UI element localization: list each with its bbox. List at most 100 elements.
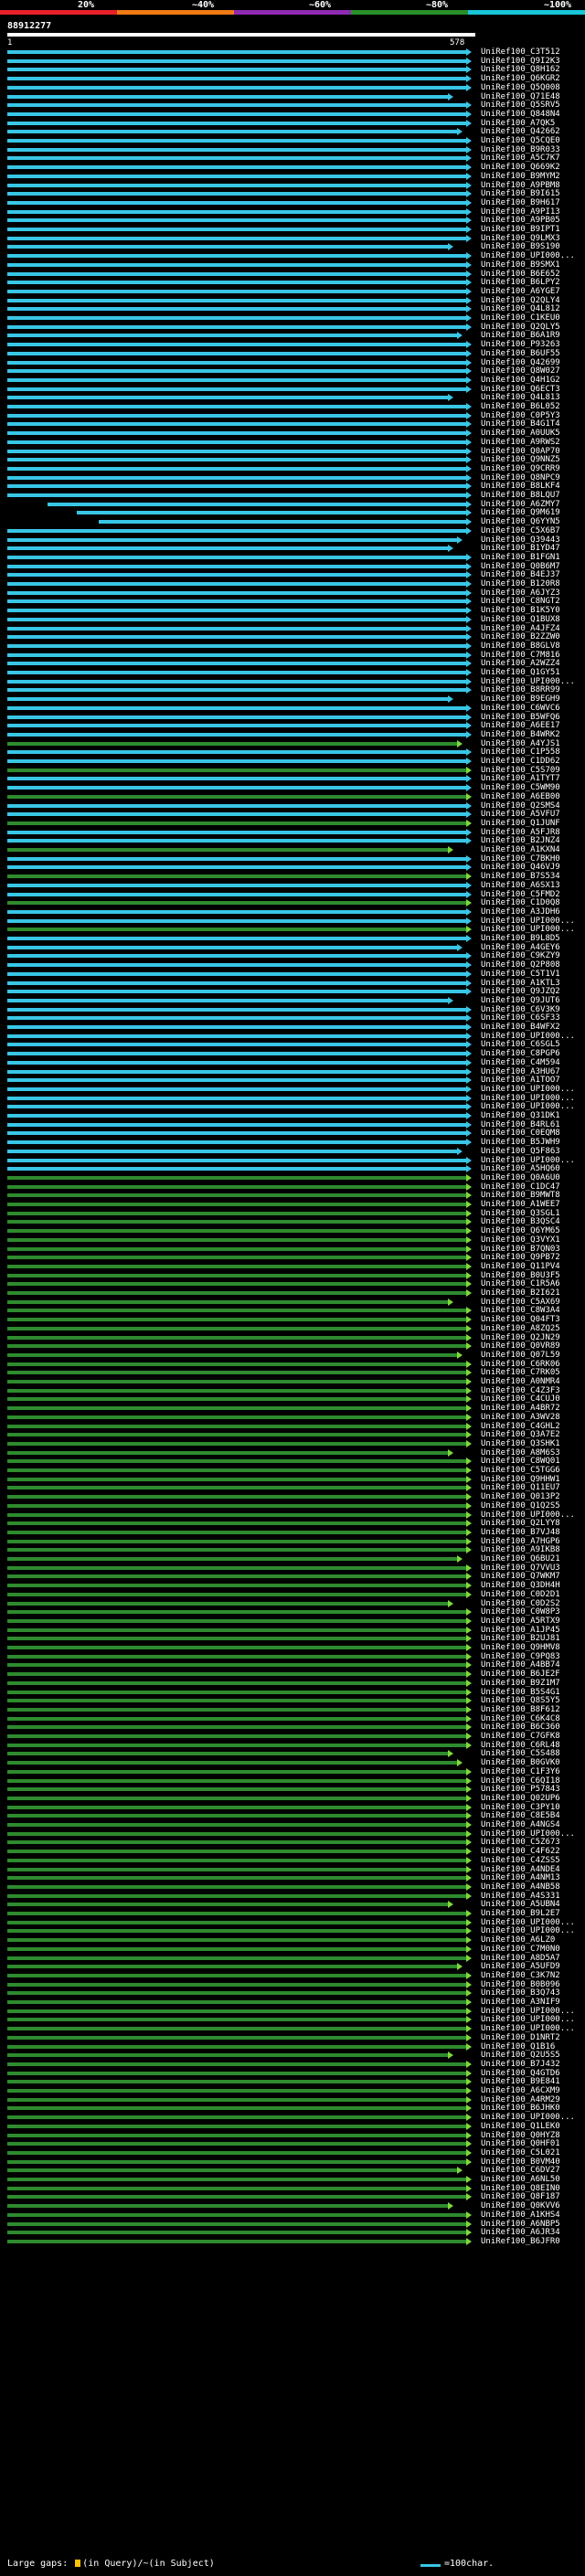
- hit-row[interactable]: UniRef100_A6EE17: [0, 721, 585, 730]
- hit-label[interactable]: UniRef100_Q848N4: [481, 110, 560, 119]
- hit-label[interactable]: UniRef100_Q0A6U0: [481, 1173, 560, 1182]
- hit-label[interactable]: UniRef100_Q8S5Y5: [481, 1696, 560, 1705]
- hit-row[interactable]: UniRef100_A6YGE7: [0, 287, 585, 296]
- hit-label[interactable]: UniRef100_UPI000...: [481, 1918, 575, 1927]
- hit-label[interactable]: UniRef100_A1TYT7: [481, 774, 560, 783]
- hit-row[interactable]: UniRef100_Q5F863: [0, 1147, 585, 1156]
- hit-row[interactable]: UniRef100_A6CXM9: [0, 2086, 585, 2095]
- hit-row[interactable]: UniRef100_Q9HMV8: [0, 1643, 585, 1652]
- hit-label[interactable]: UniRef100_Q4H1G2: [481, 376, 560, 385]
- hit-row[interactable]: UniRef100_A3JDH6: [0, 907, 585, 917]
- hit-row[interactable]: UniRef100_UPI000...: [0, 1918, 585, 1927]
- hit-label[interactable]: UniRef100_C5AX69: [481, 1298, 560, 1307]
- hit-row[interactable]: UniRef100_UPI000...: [0, 2015, 585, 2024]
- hit-row[interactable]: UniRef100_C1F3Y6: [0, 1767, 585, 1776]
- hit-label[interactable]: UniRef100_A5UFD9: [481, 1962, 560, 1971]
- hit-row[interactable]: UniRef100_Q2QLY4: [0, 296, 585, 305]
- hit-row[interactable]: UniRef100_B8GLV8: [0, 641, 585, 651]
- hit-row[interactable]: UniRef100_B4WRK2: [0, 730, 585, 739]
- hit-label[interactable]: UniRef100_Q3VYX1: [481, 1235, 560, 1245]
- hit-label[interactable]: UniRef100_A4JFZ4: [481, 624, 560, 633]
- hit-row[interactable]: UniRef100_A4JFZ4: [0, 624, 585, 633]
- hit-label[interactable]: UniRef100_B5S4G1: [481, 1688, 560, 1697]
- hit-label[interactable]: UniRef100_Q0HYZ8: [481, 2131, 560, 2140]
- hit-label[interactable]: UniRef100_A4NGS4: [481, 1820, 560, 1829]
- hit-row[interactable]: UniRef100_C1R5A6: [0, 1279, 585, 1288]
- hit-label[interactable]: UniRef100_C8WQ01: [481, 1457, 560, 1466]
- hit-row[interactable]: UniRef100_B0GVK0: [0, 1758, 585, 1767]
- hit-row[interactable]: UniRef100_Q6YM65: [0, 1226, 585, 1235]
- hit-label[interactable]: UniRef100_B8RR99: [481, 685, 560, 694]
- hit-row[interactable]: UniRef100_Q0A6U0: [0, 1173, 585, 1182]
- hit-label[interactable]: UniRef100_B9I615: [481, 189, 560, 198]
- hit-row[interactable]: UniRef100_C6WVC6: [0, 704, 585, 713]
- hit-label[interactable]: UniRef100_C0D2D1: [481, 1590, 560, 1599]
- hit-label[interactable]: UniRef100_Q42662: [481, 127, 560, 136]
- hit-label[interactable]: UniRef100_Q8W027: [481, 366, 560, 376]
- hit-label[interactable]: UniRef100_A9PB05: [481, 216, 560, 225]
- hit-row[interactable]: UniRef100_A1JP45: [0, 1626, 585, 1635]
- hit-label[interactable]: UniRef100_Q1BUX8: [481, 615, 560, 624]
- hit-label[interactable]: UniRef100_B7J432: [481, 2060, 560, 2069]
- hit-row[interactable]: UniRef100_C7BKH0: [0, 854, 585, 864]
- hit-label[interactable]: UniRef100_B2ZZW0: [481, 632, 560, 641]
- hit-row[interactable]: UniRef100_C8WQ01: [0, 1457, 585, 1466]
- hit-label[interactable]: UniRef100_B4WRK2: [481, 730, 560, 739]
- hit-row[interactable]: UniRef100_Q2QLY5: [0, 323, 585, 332]
- hit-row[interactable]: UniRef100_A7QK5: [0, 119, 585, 128]
- hit-row[interactable]: UniRef100_Q2JN29: [0, 1333, 585, 1342]
- hit-row[interactable]: UniRef100_B0VM40: [0, 2157, 585, 2167]
- hit-row[interactable]: UniRef100_B9EGH9: [0, 694, 585, 704]
- hit-label[interactable]: UniRef100_A6EE17: [481, 721, 560, 730]
- hit-row[interactable]: UniRef100_A5FJR8: [0, 828, 585, 837]
- hit-row[interactable]: UniRef100_Q9NNZ5: [0, 455, 585, 464]
- hit-label[interactable]: UniRef100_UPI000...: [481, 677, 575, 686]
- hit-label[interactable]: UniRef100_A4S331: [481, 1892, 560, 1901]
- hit-label[interactable]: UniRef100_Q4GTD6: [481, 2069, 560, 2078]
- hit-label[interactable]: UniRef100_UPI000...: [481, 2007, 575, 2016]
- hit-row[interactable]: UniRef100_A0UUK5: [0, 429, 585, 438]
- hit-row[interactable]: UniRef100_C7M0N0: [0, 1945, 585, 1954]
- hit-row[interactable]: UniRef100_C0W8P3: [0, 1607, 585, 1617]
- hit-label[interactable]: UniRef100_B9L8D5: [481, 934, 560, 943]
- hit-label[interactable]: UniRef100_C7M0N0: [481, 1945, 560, 1954]
- hit-label[interactable]: UniRef100_A6JYZ3: [481, 588, 560, 598]
- hit-label[interactable]: UniRef100_B9Z1M7: [481, 1679, 560, 1688]
- hit-row[interactable]: UniRef100_Q2P808: [0, 960, 585, 970]
- hit-row[interactable]: UniRef100_UPI000...: [0, 925, 585, 934]
- hit-label[interactable]: UniRef100_B8F612: [481, 1705, 560, 1714]
- hit-label[interactable]: UniRef100_A0NMR4: [481, 1377, 560, 1386]
- hit-row[interactable]: UniRef100_Q848N4: [0, 110, 585, 119]
- hit-row[interactable]: UniRef100_UPI000...: [0, 2007, 585, 2016]
- hit-row[interactable]: UniRef100_C0D2S2: [0, 1599, 585, 1608]
- hit-label[interactable]: UniRef100_Q5F863: [481, 1147, 560, 1156]
- hit-label[interactable]: UniRef100_B0B096: [481, 1980, 560, 1989]
- hit-label[interactable]: UniRef100_B6A1R9: [481, 331, 560, 340]
- hit-label[interactable]: UniRef100_Q9M619: [481, 508, 560, 517]
- hit-label[interactable]: UniRef100_Q11PV4: [481, 1262, 560, 1271]
- hit-row[interactable]: UniRef100_Q8W027: [0, 366, 585, 376]
- hit-label[interactable]: UniRef100_D1NRT2: [481, 2033, 560, 2042]
- hit-label[interactable]: UniRef100_Q8EIN0: [481, 2184, 560, 2193]
- hit-row[interactable]: UniRef100_A4S331: [0, 1892, 585, 1901]
- hit-label[interactable]: UniRef100_Q9JUT6: [481, 996, 560, 1005]
- hit-row[interactable]: UniRef100_Q9HHW1: [0, 1475, 585, 1484]
- hit-label[interactable]: UniRef100_Q6BU21: [481, 1554, 560, 1564]
- hit-label[interactable]: UniRef100_Q0VR89: [481, 1341, 560, 1351]
- hit-label[interactable]: UniRef100_Q39443: [481, 535, 560, 545]
- hit-row[interactable]: UniRef100_Q1BUX8: [0, 615, 585, 624]
- hit-label[interactable]: UniRef100_Q71E48: [481, 92, 560, 101]
- hit-row[interactable]: UniRef100_C5FMD2: [0, 890, 585, 899]
- hit-row[interactable]: UniRef100_Q8H162: [0, 65, 585, 74]
- hit-row[interactable]: UniRef100_A9IKB8: [0, 1545, 585, 1554]
- hit-row[interactable]: UniRef100_Q0KVV6: [0, 2201, 585, 2210]
- hit-label[interactable]: UniRef100_C4F622: [481, 1847, 560, 1856]
- hit-label[interactable]: UniRef100_Q8NPC9: [481, 473, 560, 482]
- hit-label[interactable]: UniRef100_Q1B16: [481, 2042, 555, 2051]
- hit-row[interactable]: UniRef100_A4GEY6: [0, 943, 585, 952]
- hit-row[interactable]: UniRef100_Q04FT3: [0, 1315, 585, 1324]
- hit-row[interactable]: UniRef100_C5S488: [0, 1749, 585, 1758]
- hit-row[interactable]: UniRef100_A9PB05: [0, 216, 585, 225]
- hit-row[interactable]: UniRef100_C9KZY9: [0, 951, 585, 960]
- hit-row[interactable]: UniRef100_B7S534: [0, 872, 585, 881]
